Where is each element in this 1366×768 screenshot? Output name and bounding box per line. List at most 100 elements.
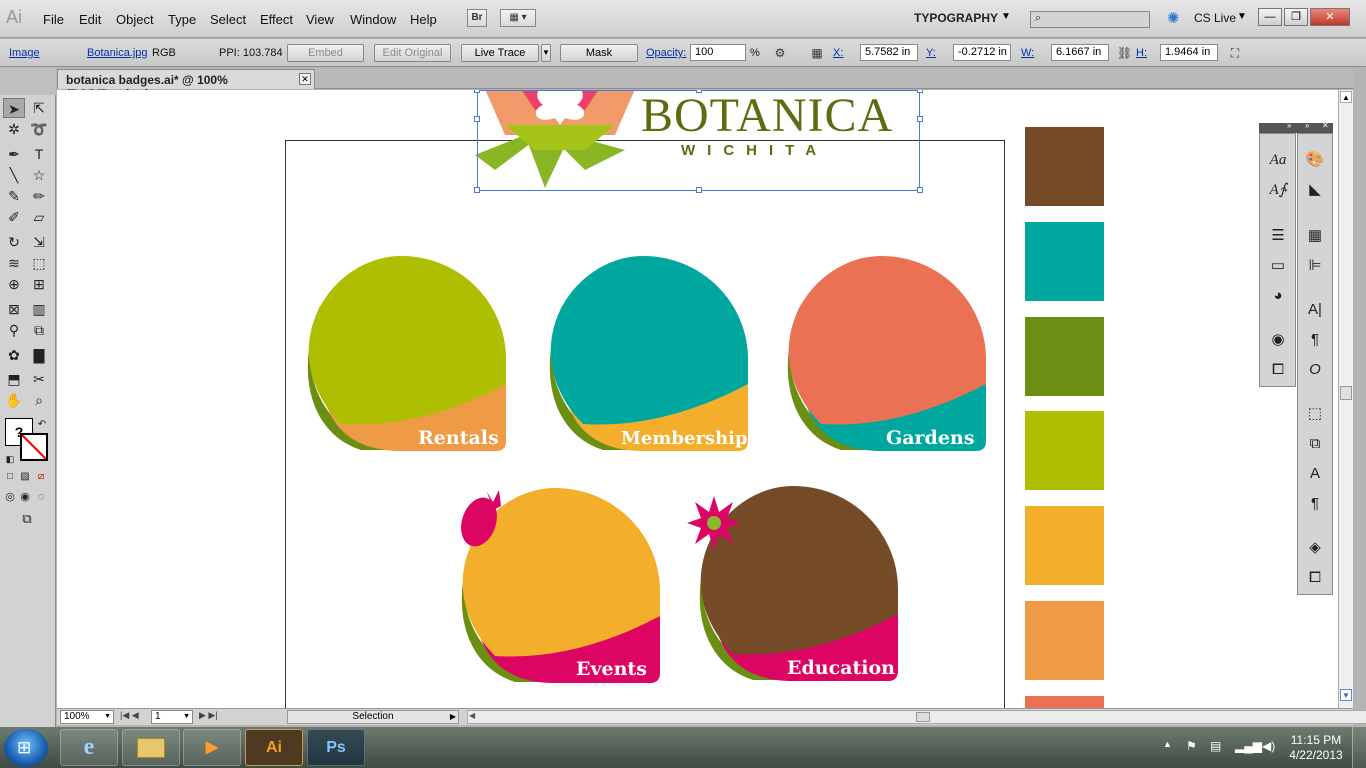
artboards-icon[interactable]: ⧠ (1302, 566, 1328, 590)
x-label[interactable]: X: (833, 47, 843, 59)
cs-live-menu[interactable]: CS Live (1194, 11, 1236, 25)
swatches-icon[interactable]: ◣ (1302, 178, 1328, 202)
paragraph-styles-icon[interactable]: ¶ (1302, 492, 1328, 516)
resize-handle[interactable] (917, 90, 923, 93)
taskbar-internet-explorer[interactable]: e (60, 729, 118, 766)
resize-handle[interactable] (696, 90, 702, 93)
selection-bounding-box[interactable] (474, 90, 923, 193)
mesh-tool-icon[interactable]: ⊠ (3, 299, 25, 319)
menu-view[interactable]: View (306, 12, 334, 27)
selection-tool-icon[interactable]: ➤ (3, 98, 25, 118)
eyedropper-tool-icon[interactable]: ⚲ (3, 320, 25, 340)
linked-file-link[interactable]: Botanica.jpg (87, 47, 148, 59)
hand-tool-icon[interactable]: ✋ (3, 390, 25, 410)
restore-button[interactable]: ❐ (1284, 8, 1308, 26)
menu-type[interactable]: Type (168, 12, 196, 27)
zoom-tool-icon[interactable]: ⌕ (28, 390, 50, 410)
first-artboard-icon[interactable]: |◀ ◀ (120, 710, 139, 721)
blob-brush-tool-icon[interactable]: ✐ (3, 207, 25, 227)
color-swatch-lime[interactable] (1025, 411, 1104, 490)
chevron-down-icon[interactable]: ▼ (1001, 11, 1011, 22)
live-trace-button[interactable]: Live Trace (461, 44, 539, 62)
start-button[interactable]: ⊞ (4, 729, 48, 767)
recolor-artwork-icon[interactable]: ⚙ (773, 46, 787, 60)
help-search-input[interactable]: ⌕ (1030, 11, 1150, 28)
width-input[interactable]: 6.1667 in (1051, 44, 1109, 61)
resize-handle[interactable] (917, 187, 923, 193)
taskbar-file-explorer[interactable] (122, 729, 180, 766)
transparency-icon[interactable]: ◕ (1265, 284, 1291, 308)
color-swatch-teal[interactable] (1025, 222, 1104, 301)
direct-selection-tool-icon[interactable]: ⇱ (28, 98, 50, 118)
paragraph-icon[interactable]: ¶ (1302, 328, 1328, 352)
mask-button[interactable]: Mask (560, 44, 638, 62)
menu-window[interactable]: Window (350, 12, 396, 27)
color-swatch-olive[interactable] (1025, 317, 1104, 396)
menu-help[interactable]: Help (410, 12, 437, 27)
scale-tool-icon[interactable]: ⇲ (28, 232, 50, 252)
gradient-tool-icon[interactable]: ▥ (28, 299, 50, 319)
scroll-up-icon[interactable]: ▲ (1340, 91, 1352, 103)
action-center-icon[interactable]: ⚑ (1186, 739, 1197, 753)
color-mode-icon[interactable]: □ (3, 467, 17, 487)
resize-handle[interactable] (696, 187, 702, 193)
line-tool-icon[interactable]: ╲ (3, 165, 25, 185)
taskbar-clock[interactable]: 11:15 PM 4/22/2013 (1284, 733, 1348, 763)
document-canvas[interactable]: BOTANICA WICHITA Rentals Memberships Gar… (57, 90, 1338, 708)
taskbar-media-player[interactable]: ▶ (183, 729, 241, 766)
document-tab[interactable]: botanica badges.ai* @ 100% (RGB/Preview)… (57, 69, 315, 101)
vertical-scrollbar[interactable]: ▲ ▼ (1338, 90, 1353, 708)
layers-icon[interactable]: ◈ (1302, 536, 1328, 560)
workspace-switcher[interactable]: TYPOGRAPHY (914, 11, 998, 25)
color-swatch-brown[interactable] (1025, 127, 1104, 206)
minimize-button[interactable]: — (1258, 8, 1282, 26)
edit-original-button[interactable]: Edit Original (374, 44, 451, 62)
chevron-down-icon[interactable]: ▼ (1237, 11, 1247, 22)
align-icon[interactable]: ⊫ (1302, 254, 1328, 278)
free-transform-tool-icon[interactable]: ⬚ (28, 253, 50, 273)
menu-select[interactable]: Select (210, 12, 246, 27)
rotate-tool-icon[interactable]: ↻ (3, 232, 25, 252)
screen-mode-icon[interactable]: ⧉ (14, 509, 40, 529)
h-label[interactable]: H: (1136, 47, 1147, 59)
pathfinder-icon[interactable]: ⧉ (1302, 432, 1328, 456)
arrange-documents-icon[interactable]: ▦ ▾ (500, 9, 536, 27)
stroke-color-swatch[interactable] (20, 433, 48, 461)
star-tool-icon[interactable]: ☆ (28, 165, 50, 185)
volume-icon[interactable]: ◀) (1262, 739, 1275, 753)
draw-normal-icon[interactable]: ◎ (3, 487, 17, 507)
tracing-presets-dropdown[interactable]: ▼ (541, 44, 551, 62)
menu-edit[interactable]: Edit (79, 12, 101, 27)
type-tool-icon[interactable]: T (28, 144, 50, 164)
w-label[interactable]: W: (1021, 47, 1034, 59)
y-position-input[interactable]: -0.2712 in (953, 44, 1011, 61)
opentype-icon[interactable]: O (1302, 358, 1328, 382)
device-icon[interactable]: ▤ (1210, 739, 1221, 753)
opacity-link[interactable]: Opacity: (646, 47, 686, 59)
horizontal-scroll-thumb[interactable] (916, 712, 930, 722)
status-display[interactable]: Selection ▶ (287, 710, 459, 724)
draw-inside-icon[interactable]: ◌ (34, 487, 48, 507)
bridge-button[interactable]: Br (467, 9, 487, 27)
y-label[interactable]: Y: (926, 47, 936, 59)
collapse-icon[interactable]: » (1305, 121, 1309, 130)
dock-header[interactable]: » » ✕ (1259, 121, 1333, 133)
pencil-tool-icon[interactable]: ✏ (28, 186, 50, 206)
resize-handle[interactable] (474, 187, 480, 193)
close-panel-icon[interactable]: ✕ (1322, 121, 1329, 130)
badge-gardens[interactable] (781, 254, 991, 454)
color-swatch-yellow[interactable] (1025, 506, 1104, 585)
graphic-styles-icon[interactable]: ⧠ (1265, 358, 1291, 382)
reference-point-icon[interactable]: ▦ (810, 46, 824, 60)
network-icon[interactable]: ▂▄▆ (1235, 739, 1262, 753)
paintbrush-tool-icon[interactable]: ✎ (3, 186, 25, 206)
taskbar-photoshop[interactable]: Ps (307, 729, 365, 766)
magic-wand-tool-icon[interactable]: ✲ (3, 119, 25, 139)
scroll-down-icon[interactable]: ▼ (1340, 689, 1352, 701)
badge-rentals[interactable] (301, 254, 511, 454)
artboard-number-select[interactable]: 1 ▼ (151, 710, 193, 724)
embed-button[interactable]: Embed (287, 44, 364, 62)
character-icon[interactable]: A| (1302, 298, 1328, 322)
symbol-sprayer-tool-icon[interactable]: ✿ (3, 345, 25, 365)
swap-colors-icon[interactable]: ↶ (36, 415, 48, 435)
